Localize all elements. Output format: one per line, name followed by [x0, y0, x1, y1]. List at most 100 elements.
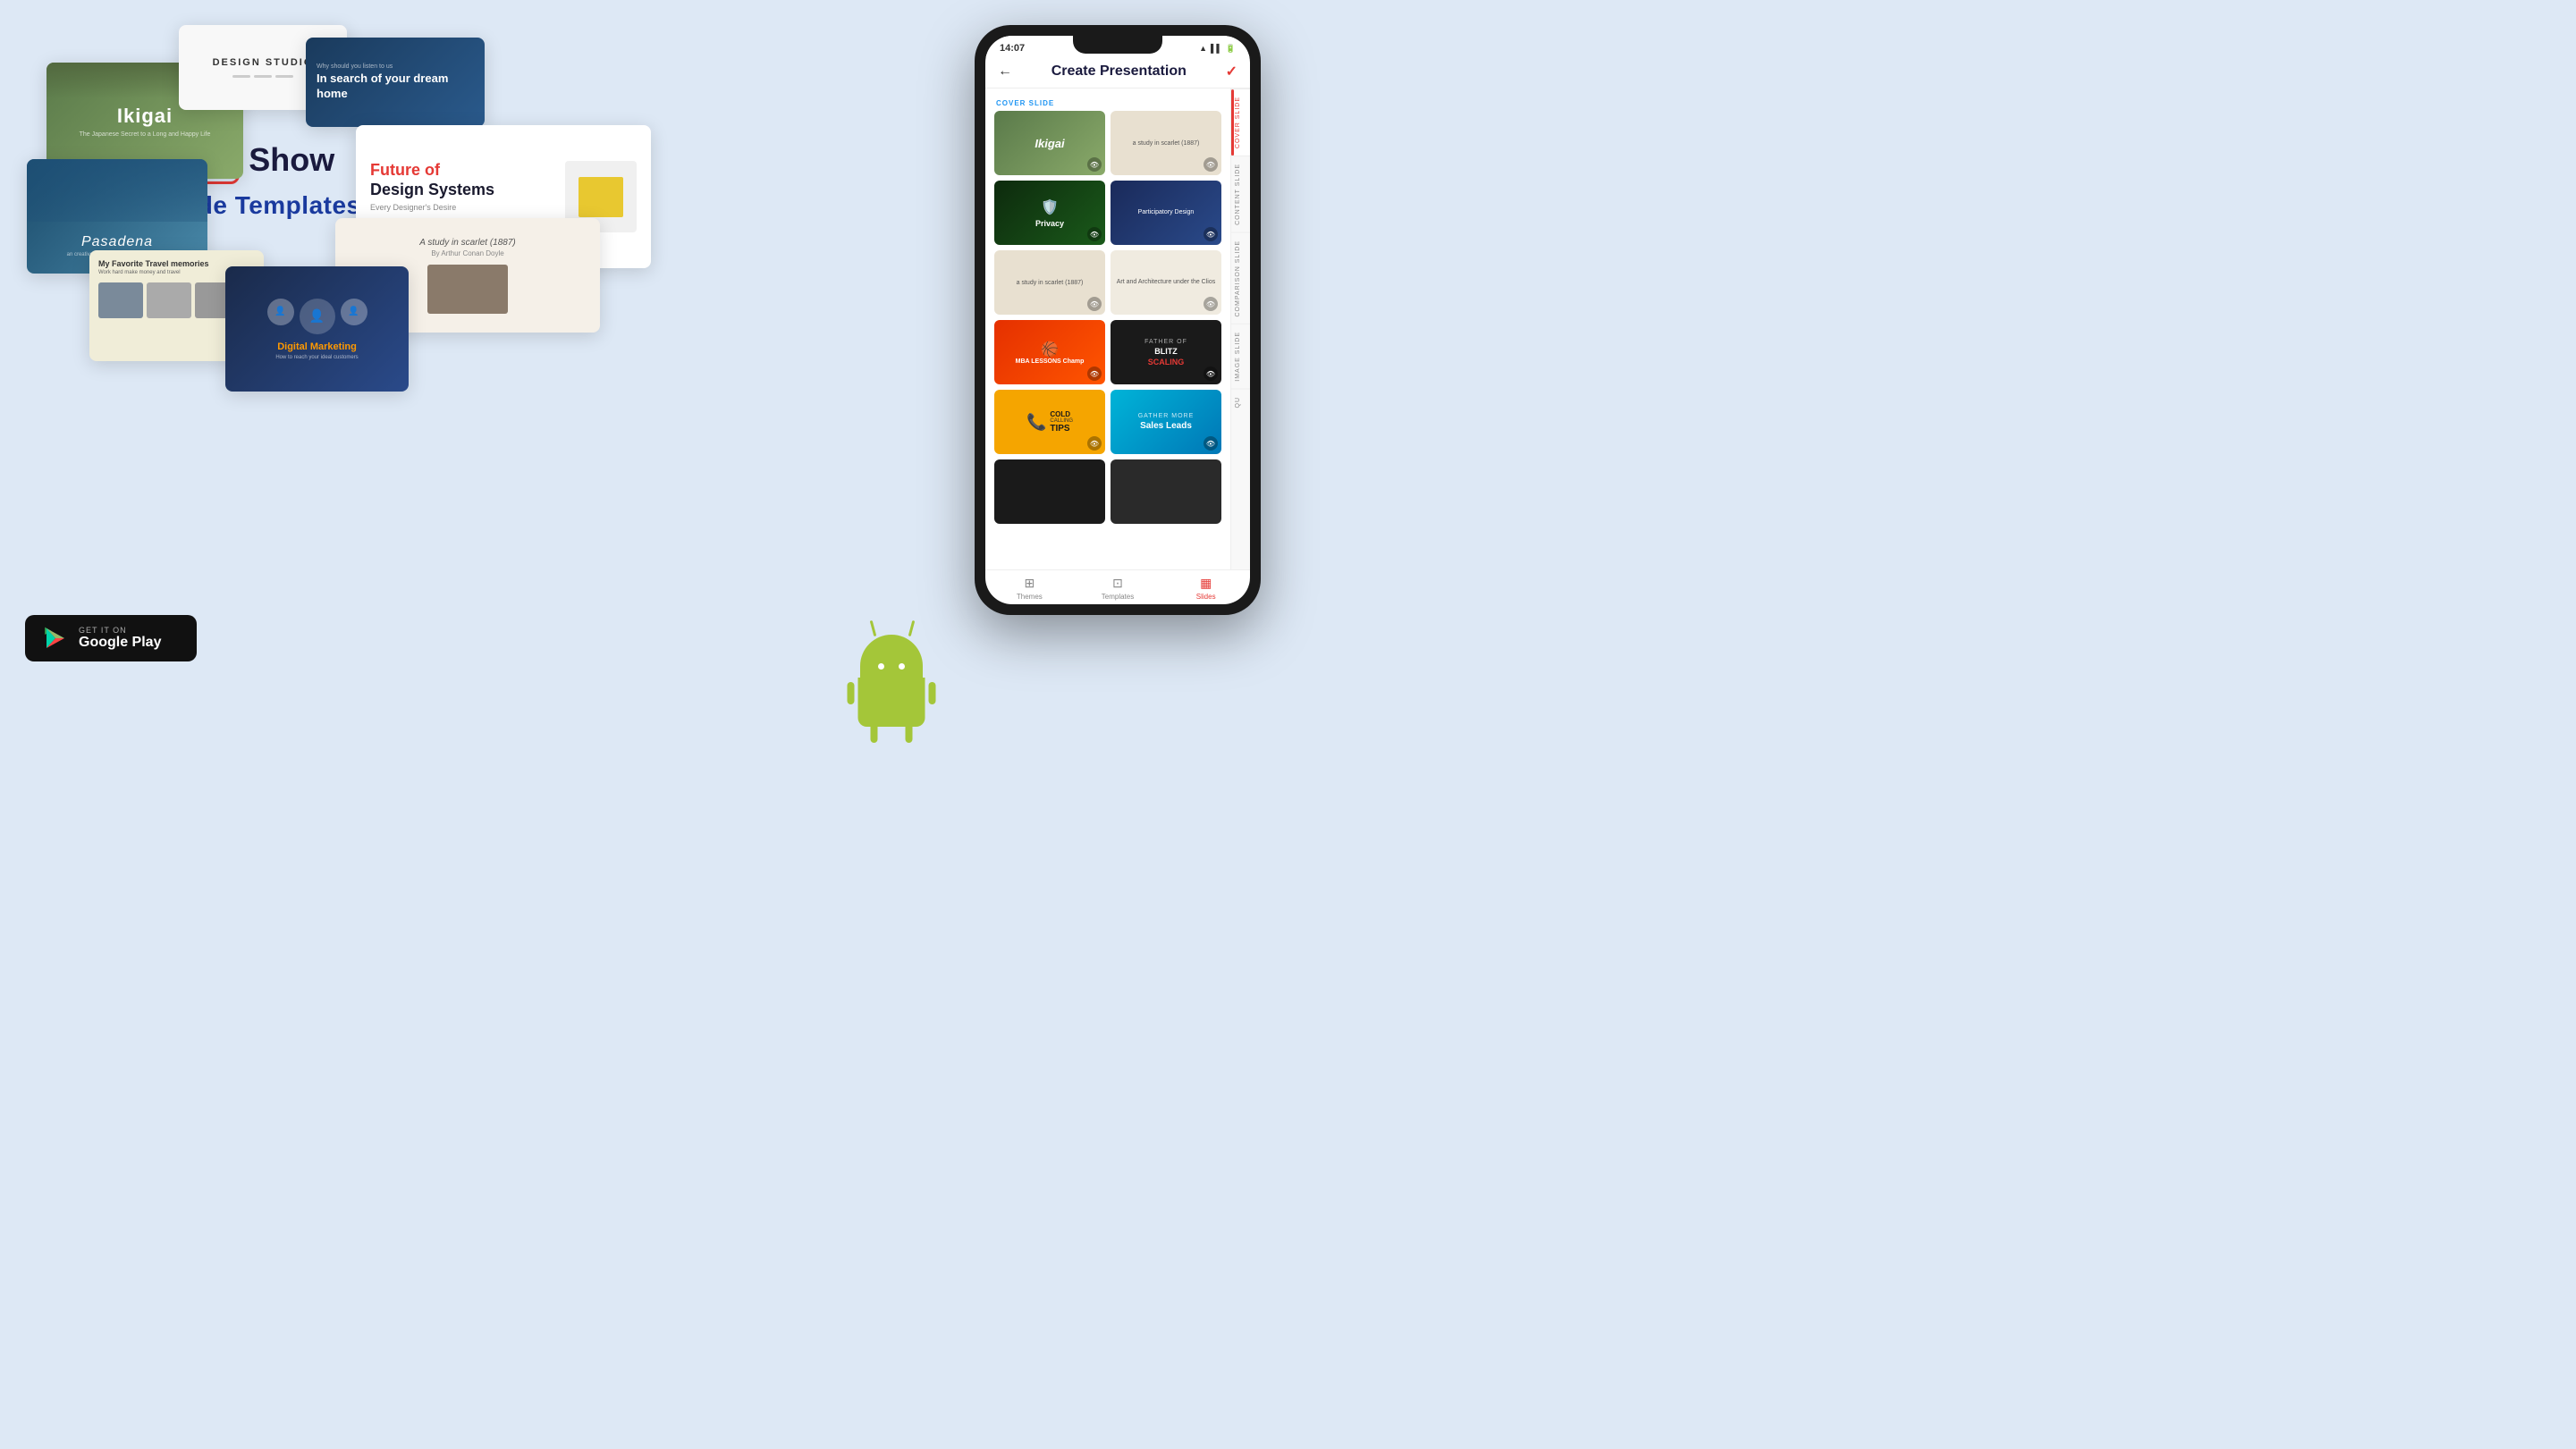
nav-item-templates[interactable]: ⊡ Templates	[1074, 576, 1162, 601]
app-title: Create Presentation	[1052, 63, 1187, 80]
mba-icon: 🏀	[1041, 341, 1059, 358]
eye-icon-arch1[interactable]: 👁	[1087, 297, 1102, 311]
eye-icon-privacy[interactable]: 👁	[1087, 227, 1102, 241]
play-text: GET IT ON Google Play	[79, 626, 161, 651]
slide-card-privacy[interactable]: 🛡️ Privacy 👁	[994, 181, 1105, 245]
eye-icon-arch2[interactable]: 👁	[1204, 297, 1218, 311]
card-content-dark1	[994, 459, 1105, 524]
card-cold-line1: COLD	[1050, 410, 1073, 418]
android-head	[860, 635, 923, 679]
eye-icon-mba[interactable]: 👁	[1087, 366, 1102, 381]
card-blitz-sub: SCALING	[1148, 358, 1185, 366]
app-content: COVER SLIDE Ikigai 👁	[985, 88, 1250, 569]
phone-mockup: 14:07 ▲ ▌▌ 🔋 ← Create Presentation ✓ COV…	[975, 25, 1261, 615]
eye-icon-cold[interactable]: 👁	[1087, 436, 1102, 451]
eye-icon-ikigai[interactable]: 👁	[1087, 157, 1102, 172]
android-body	[858, 678, 925, 727]
battery-icon: 🔋	[1226, 44, 1236, 54]
slides-scroll-area[interactable]: COVER SLIDE Ikigai 👁	[985, 88, 1230, 569]
side-tab-cover[interactable]: COVER SLIDE	[1231, 88, 1250, 156]
android-antenna-right	[908, 620, 916, 636]
phone-icon-cold: 📞	[1026, 413, 1046, 432]
digital-circles: 👤 👤 👤	[267, 299, 367, 334]
slide-card-arch1[interactable]: a study in scarlet (1887) 👁	[994, 250, 1105, 315]
nav-item-themes[interactable]: ⊞ Themes	[985, 576, 1074, 601]
side-tab-bar: COVER SLIDE CONTENT SLIDE COMPARISON SLI…	[1230, 88, 1250, 569]
android-eye-left	[878, 663, 884, 670]
card-sales-title: Sales Leads	[1140, 421, 1192, 431]
scarlet-author: By Arthur Conan Doyle	[431, 249, 503, 257]
design-studio-decor	[232, 75, 293, 78]
card-ikigai-title: Ikigai	[1035, 137, 1064, 150]
side-tab-image[interactable]: IMAGE SLIDE	[1231, 324, 1250, 389]
active-tab-indicator	[1231, 89, 1234, 156]
slide-card-blitz[interactable]: FATHER OF BLITZ SCALING 👁	[1111, 320, 1221, 384]
ikigai-title: Ikigai	[117, 105, 173, 128]
eye-icon-participatory[interactable]: 👁	[1204, 227, 1218, 241]
back-button[interactable]: ←	[998, 63, 1012, 80]
android-eye-right	[899, 663, 905, 670]
wifi-icon: ▲	[1199, 44, 1207, 53]
android-leg-right	[906, 727, 913, 743]
slides-icon: ▦	[1200, 576, 1212, 591]
slide-card-arch2[interactable]: Art and Architecture under the Clios 👁	[1111, 250, 1221, 315]
card-privacy-title: Privacy	[1035, 219, 1064, 228]
slide-card-dark1[interactable]	[994, 459, 1105, 524]
brand-name: Show	[249, 141, 334, 179]
slides-label: Slides	[1196, 593, 1216, 601]
card-mba-title: MBA LESSONS Champ	[1016, 358, 1085, 365]
future-title-dark: Design Systems	[370, 181, 554, 200]
side-tab-comparison[interactable]: COMPARISON SLIDE	[1231, 232, 1250, 324]
bottom-navigation: ⊞ Themes ⊡ Templates ▦ Slides	[985, 569, 1250, 604]
card-study-title: a study in scarlet (1887)	[1129, 137, 1204, 150]
google-play-icon	[41, 624, 70, 653]
templates-label: Templates	[1102, 593, 1134, 601]
play-bottom-text: Google Play	[79, 635, 161, 651]
phone-screen: 14:07 ▲ ▌▌ 🔋 ← Create Presentation ✓ COV…	[985, 36, 1250, 604]
scarlet-image	[427, 265, 508, 314]
side-tab-quote[interactable]: QU	[1231, 389, 1250, 416]
android-antenna-left	[870, 620, 877, 636]
card-arch1-title: a study in scarlet (1887)	[1013, 276, 1087, 290]
slide-card-mba[interactable]: 🏀 MBA LESSONS Champ 👁	[994, 320, 1105, 384]
slide-grid: Ikigai 👁 a study in scarlet (1887) 👁	[989, 111, 1227, 524]
side-tab-content[interactable]: CONTENT SLIDE	[1231, 156, 1250, 232]
nav-item-slides[interactable]: ▦ Slides	[1161, 576, 1250, 601]
signal-icon: ▌▌	[1211, 44, 1222, 53]
status-icons: ▲ ▌▌ 🔋	[1199, 44, 1236, 54]
slide-card-participatory[interactable]: Participatory Design 👁	[1111, 181, 1221, 245]
eye-icon-sales[interactable]: 👁	[1204, 436, 1218, 451]
dream-home-title: In search of your dream home	[317, 72, 474, 102]
slide-card-cold[interactable]: 📞 COLD CALLING TIPS 👁	[994, 390, 1105, 454]
play-top-text: GET IT ON	[79, 626, 161, 635]
android-arm-left	[848, 682, 855, 704]
card-blitz-title: BLITZ	[1154, 347, 1178, 356]
app-header: ← Create Presentation ✓	[985, 57, 1250, 88]
android-mascot	[842, 617, 941, 724]
themes-label: Themes	[1017, 593, 1043, 601]
eye-icon-study[interactable]: 👁	[1204, 157, 1218, 172]
card-cold-line3: TIPS	[1050, 424, 1073, 434]
eye-icon-blitz[interactable]: 👁	[1204, 366, 1218, 381]
ikigai-subtitle: The Japanese Secret to a Long and Happy …	[80, 131, 211, 138]
card-blitz-pre: FATHER OF	[1144, 339, 1187, 345]
card-sales-pre: GATHER MORE	[1138, 413, 1195, 419]
card-content-dark2	[1111, 459, 1221, 524]
pasadena-title: Pasadena	[81, 234, 153, 250]
templates-icon: ⊡	[1112, 576, 1123, 591]
card-participatory-title: Participatory Design	[1135, 205, 1198, 220]
android-arm-right	[929, 682, 936, 704]
slide-card-study[interactable]: a study in scarlet (1887) 👁	[1111, 111, 1221, 175]
card-arch2-title: Art and Architecture under the Clios	[1113, 274, 1220, 290]
future-subtitle: Every Designer's Desire	[370, 203, 554, 212]
slide-card-ikigai[interactable]: Ikigai 👁	[994, 111, 1105, 175]
digital-title: Digital Marketing	[277, 341, 357, 352]
slide-card-sales[interactable]: GATHER MORE Sales Leads 👁	[1111, 390, 1221, 454]
slide-card-dark2[interactable]	[1111, 459, 1221, 524]
phone-frame: 14:07 ▲ ▌▌ 🔋 ← Create Presentation ✓ COV…	[975, 25, 1261, 615]
design-studio-title: DESIGN STUDIO	[213, 57, 314, 68]
google-play-button[interactable]: GET IT ON Google Play	[25, 615, 197, 661]
time-display: 14:07	[1000, 43, 1025, 54]
confirm-button[interactable]: ✓	[1226, 63, 1237, 80]
scarlet-title: A study in scarlet (1887)	[419, 238, 515, 248]
